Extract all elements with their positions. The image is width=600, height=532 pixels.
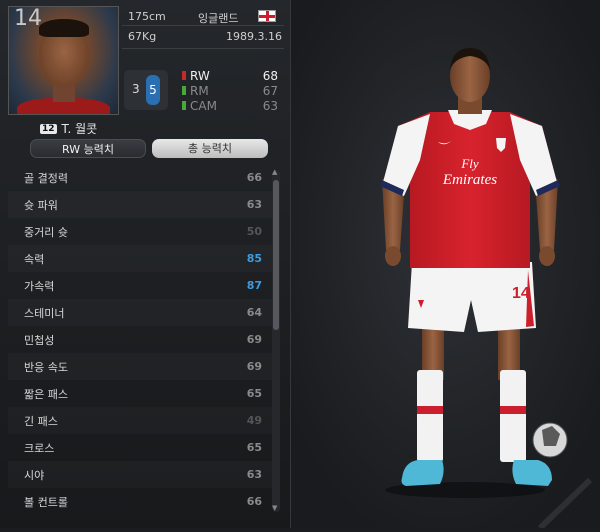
stat-row: 짧은 패스 65 [8, 380, 272, 407]
stat-label: 중거리 슛 [24, 225, 68, 239]
stat-value: 49 [246, 414, 262, 427]
position-row-cam: CAM 63 [182, 98, 278, 113]
position-row-rw: RW 68 [182, 68, 278, 83]
divider [122, 48, 284, 49]
position-value: 63 [262, 98, 278, 113]
stat-value: 64 [246, 306, 262, 319]
stat-row: 속력 85 [8, 245, 272, 272]
stat-label: 볼 컨트롤 [24, 495, 68, 509]
player-number: 14 [14, 6, 42, 31]
sponsor-line-2: Emirates [442, 172, 497, 188]
stat-value: 85 [246, 252, 262, 265]
stat-label: 크로스 [24, 441, 55, 455]
right-sock [500, 370, 526, 462]
scroll-up-arrow-icon[interactable]: ▲ [272, 168, 277, 176]
stat-label: 속력 [24, 252, 45, 266]
stat-label: 가속력 [24, 279, 55, 293]
stat-row: 골 결정력 66 [8, 164, 272, 191]
stat-row: 중거리 슛 50 [8, 218, 272, 245]
player-height: 175cm [128, 10, 166, 23]
weak-foot-indicator: 3 5 [124, 70, 168, 110]
stat-value: 66 [246, 171, 262, 184]
stat-value: 69 [246, 360, 262, 373]
player-detail-screen: { "player": { "number": "14", "name_badg… [0, 0, 600, 531]
stat-tabs: RW 능력치 총 능력치 [30, 139, 270, 159]
right-hand [539, 246, 555, 266]
stat-label: 골 결정력 [24, 171, 68, 185]
scroll-down-arrow-icon[interactable]: ▼ [272, 504, 277, 512]
stat-value: 63 [246, 468, 262, 481]
stat-label: 짧은 패스 [24, 387, 68, 401]
player-model-view: 14 Fly Emirates [289, 0, 600, 531]
stat-row: 스테미너 64 [8, 299, 272, 326]
stat-row: 크로스 65 [8, 434, 272, 461]
position-row-rm: RM 67 [182, 83, 278, 98]
stat-value: 63 [246, 198, 262, 211]
shorts-number: 14 [512, 285, 530, 302]
stat-row: 시야 63 [8, 461, 272, 488]
position-color-marker [182, 101, 186, 110]
position-value: 68 [262, 68, 278, 83]
sponsor-line-1: Fly [460, 156, 479, 171]
stat-row: 긴 패스 49 [8, 407, 272, 434]
left-foot-rating: 3 [132, 82, 140, 96]
left-hand [385, 246, 401, 266]
tab-rw-stats[interactable]: RW 능력치 [30, 139, 146, 158]
stat-value: 50 [246, 225, 262, 238]
stat-label: 슛 파워 [24, 198, 58, 212]
stat-row: 반응 속도 69 [8, 353, 272, 380]
player-name-row: 12 T. 월콧 [40, 120, 97, 137]
right-sock-stripe [500, 406, 526, 414]
stat-row: 볼 컨트롤 66 [8, 488, 272, 515]
player-birthdate: 1989.3.16 [226, 30, 282, 43]
position-name: RM [190, 83, 209, 98]
position-color-marker [182, 86, 186, 95]
stat-value: 65 [246, 441, 262, 454]
player-info-panel: 14 12 T. 월콧 175cm 잉글랜드 67Kg 1989.3.16 3 … [0, 0, 290, 528]
tab-total-stats[interactable]: 총 능력치 [152, 139, 268, 158]
stat-value: 65 [246, 387, 262, 400]
stat-label: 민첩성 [24, 333, 55, 347]
stat-value: 69 [246, 333, 262, 346]
position-name: RW [190, 68, 210, 83]
stat-row: 가속력 87 [8, 272, 272, 299]
position-color-marker [182, 71, 186, 80]
stat-row: 민첩성 69 [8, 326, 272, 353]
player-name: T. 월콧 [61, 122, 98, 136]
stat-value: 87 [246, 279, 262, 292]
scrollbar-thumb[interactable] [273, 180, 279, 330]
position-value: 67 [262, 83, 278, 98]
player-model-svg: 14 Fly Emirates [289, 0, 600, 531]
left-sock [417, 370, 443, 462]
england-flag-icon [258, 10, 276, 22]
stat-label: 반응 속도 [24, 360, 68, 374]
name-badge: 12 [40, 123, 57, 134]
player-weight: 67Kg [128, 30, 157, 43]
stat-label: 긴 패스 [24, 414, 58, 428]
divider [122, 25, 284, 26]
left-sock-stripe [417, 406, 443, 414]
stat-value: 66 [246, 495, 262, 508]
portrait-hair [39, 19, 89, 37]
stat-label: 스테미너 [24, 306, 65, 320]
player-nationality: 잉글랜드 [198, 12, 239, 25]
stat-row: 슛 파워 63 [8, 191, 272, 218]
position-name: CAM [190, 98, 217, 113]
right-foot-rating: 5 [146, 75, 160, 105]
stat-label: 시야 [24, 468, 45, 482]
